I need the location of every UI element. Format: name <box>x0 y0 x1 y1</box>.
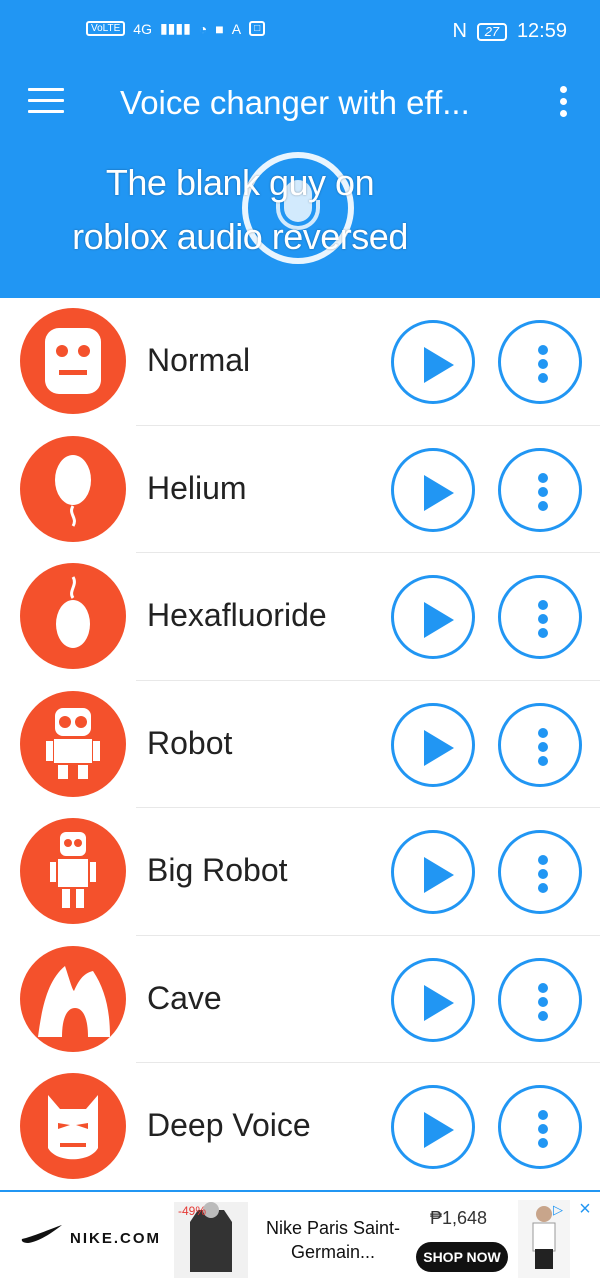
ad-choices-icon[interactable]: ▷ <box>548 1200 568 1220</box>
nike-swoosh-icon <box>21 1225 62 1243</box>
ad-brand: NIKE.COM <box>70 1230 161 1247</box>
mask-icon <box>20 1073 126 1179</box>
shop-now-button[interactable]: SHOP NOW <box>416 1242 508 1272</box>
status-bar: VoLTE 4G ▮▮▮▮ ◔ ■ A □ N 27 12:59 <box>0 0 600 66</box>
ad-discount: -49% <box>178 1204 207 1218</box>
ad-product-title: Nike Paris Saint-Germain... <box>265 1218 401 1262</box>
effect-row-cave[interactable]: Cave <box>0 936 600 1064</box>
video-caption: The blank guy on roblox audio reversed <box>30 156 450 264</box>
effect-row-big-robot[interactable]: Big Robot <box>0 808 600 936</box>
more-vertical-icon <box>538 472 548 515</box>
more-vertical-icon <box>538 982 548 1025</box>
more-vertical-icon <box>538 855 548 897</box>
heavy-balloon-icon <box>20 563 126 669</box>
robot-icon <box>20 690 126 797</box>
play-button[interactable] <box>391 830 475 914</box>
effect-label: Big Robot <box>147 852 288 888</box>
app-header: VoLTE 4G ▮▮▮▮ ◔ ■ A □ N 27 12:59 Voice c… <box>0 0 600 298</box>
network-type: 4G <box>133 20 152 37</box>
nfc-icon: N <box>452 20 467 42</box>
cave-icon <box>20 945 126 1052</box>
app-toolbar: Voice changer with eff... <box>0 70 600 140</box>
hamburger-menu-icon[interactable] <box>28 88 64 118</box>
overflow-menu-icon[interactable] <box>556 86 570 126</box>
app-title: Voice changer with eff... <box>120 84 470 121</box>
effect-row-robot[interactable]: Robot <box>0 681 600 809</box>
effect-label: Deep Voice <box>147 1107 311 1143</box>
status-indicators: VoLTE 4G ▮▮▮▮ ◔ ■ A □ <box>86 20 266 37</box>
more-vertical-icon <box>538 600 548 642</box>
ad-banner[interactable]: NIKE.COM -49% Nike Paris Saint-Germain..… <box>0 1190 600 1280</box>
balloon-icon <box>20 435 126 542</box>
effect-label: Normal <box>147 342 251 378</box>
effect-row-hexafluoride[interactable]: Hexafluoride <box>0 553 600 681</box>
effect-label: Helium <box>147 469 247 506</box>
effect-row-normal[interactable]: Normal <box>0 298 600 426</box>
play-icon <box>424 729 454 766</box>
effects-list: Normal Helium Hexafluoride Robot Big Rob… <box>0 298 600 1190</box>
wifi-icon: ◔ <box>198 20 208 37</box>
close-icon[interactable]: × <box>574 1198 596 1220</box>
app-icon: □ <box>249 21 266 36</box>
play-button[interactable] <box>391 320 475 404</box>
big-robot-icon <box>20 818 126 924</box>
play-icon <box>424 1112 454 1148</box>
more-options-button[interactable] <box>498 447 582 532</box>
more-options-button[interactable] <box>498 702 582 787</box>
effect-label: Robot <box>147 724 233 761</box>
volte-indicator: VoLTE <box>86 21 126 36</box>
caption-line-1: The blank guy on <box>105 162 375 203</box>
effect-label: Cave <box>147 979 222 1016</box>
effect-row-helium[interactable]: Helium <box>0 426 600 554</box>
more-vertical-icon <box>538 1110 548 1152</box>
battery-icon: 27 <box>476 22 507 41</box>
camera-icon: ■ <box>215 20 224 37</box>
play-button[interactable] <box>391 575 475 659</box>
signal-icon: ▮▮▮▮ <box>159 20 191 36</box>
play-button[interactable] <box>391 447 475 532</box>
play-icon <box>424 474 454 511</box>
more-options-button[interactable] <box>498 830 582 914</box>
status-time: 12:59 <box>516 20 567 42</box>
play-icon <box>424 347 454 383</box>
play-icon <box>424 857 454 893</box>
more-options-button[interactable] <box>498 320 582 404</box>
more-vertical-icon <box>538 727 548 770</box>
play-icon <box>424 984 454 1021</box>
font-indicator: A <box>231 20 242 37</box>
status-system: N 27 12:59 <box>452 20 567 43</box>
play-button[interactable] <box>391 1085 475 1169</box>
caption-line-2: roblox audio reversed <box>72 216 408 257</box>
more-options-button[interactable] <box>498 957 582 1042</box>
effect-label: Hexafluoride <box>147 597 327 633</box>
play-button[interactable] <box>391 702 475 787</box>
more-vertical-icon <box>538 345 548 387</box>
more-options-button[interactable] <box>498 575 582 659</box>
play-button[interactable] <box>391 957 475 1042</box>
play-icon <box>424 602 454 638</box>
ad-price: ₱1,648 <box>430 1208 488 1228</box>
robot-face-icon <box>20 308 126 414</box>
effect-row-deep-voice[interactable]: Deep Voice <box>0 1063 600 1190</box>
more-options-button[interactable] <box>498 1085 582 1169</box>
